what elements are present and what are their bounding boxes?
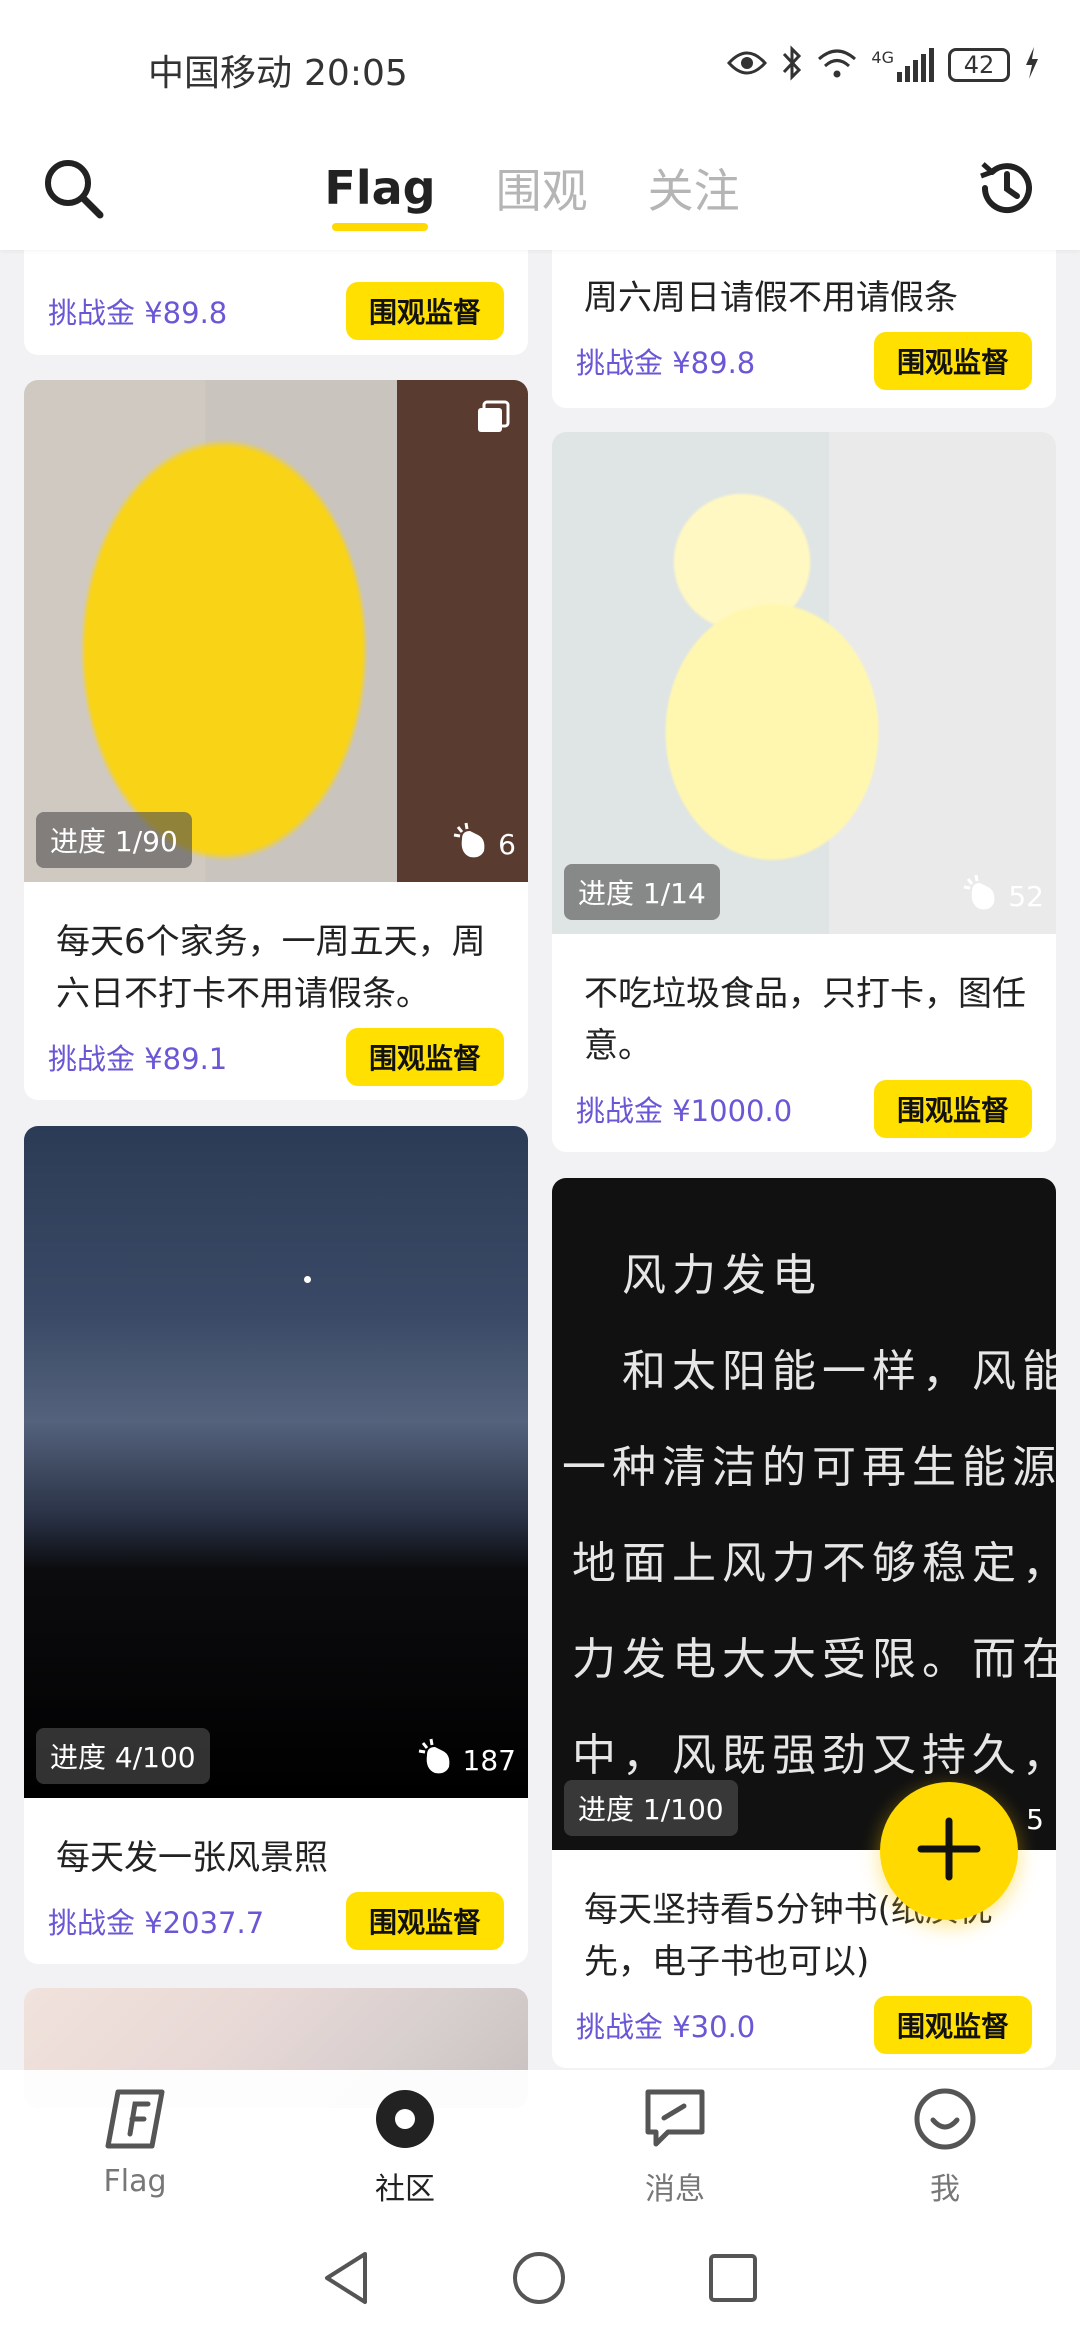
progress-badge: 进度 1/100 [564, 1780, 738, 1836]
watch-supervise-button[interactable]: 围观监督 [346, 1892, 504, 1950]
progress-badge: 进度 1/14 [564, 864, 720, 920]
carrier-name: 中国移动 [148, 53, 293, 94]
flag-card[interactable]: 进度 4/100 187 每天发一张风景照 挑战金 ¥2037.7 围观监督 [24, 1126, 528, 1964]
watch-supervise-button[interactable]: 围观监督 [346, 282, 504, 340]
watch-supervise-button[interactable]: 围观监督 [346, 1028, 504, 1086]
back-triangle-icon[interactable] [321, 2250, 371, 2310]
flag-card[interactable]: 周六周日请假不用请假条 挑战金 ¥89.8 围观监督 [552, 230, 1056, 408]
image-text: 风力发电 和太阳能一样，风能 一种清洁的可再生能源 地面上风力不够稳定， 力发电… [562, 1228, 1056, 1804]
nav-item-me[interactable]: 我 [810, 2070, 1080, 2220]
card-footer: 挑战金 ¥1000.0 围观监督 [552, 1072, 1056, 1138]
nav-label: 社区 [375, 2172, 435, 2207]
multi-image-icon [476, 400, 510, 438]
status-left: 中国移动 20:05 [148, 44, 408, 96]
clap-icon [452, 821, 492, 868]
like-counter[interactable]: 52 [962, 873, 1044, 920]
history-button[interactable] [962, 145, 1052, 235]
bottom-nav: Flag 社区 消息 我 [0, 2070, 1080, 2220]
nav-label: 消息 [645, 2172, 705, 2207]
eye-icon [727, 49, 768, 81]
challenge-prize: 挑战金 ¥89.8 [576, 346, 756, 380]
image-text-line: 和太阳能一样，风能 [622, 1346, 1056, 1397]
progress-badge: 进度 1/90 [36, 812, 192, 868]
bluetooth-icon [781, 45, 803, 85]
recents-square-icon[interactable] [707, 2252, 759, 2308]
charging-icon [1024, 47, 1040, 83]
flag-card[interactable]: 风力发电 和太阳能一样，风能 一种清洁的可再生能源 地面上风力不够稳定， 力发电… [552, 1178, 1056, 2068]
challenge-prize: 挑战金 ¥30.0 [576, 2010, 756, 2044]
image-text-line: 地面上风力不够稳定， [572, 1538, 1056, 1589]
tab-follow[interactable]: 关注 [648, 155, 740, 231]
challenge-prize: 挑战金 ¥89.8 [48, 296, 228, 330]
clap-icon [962, 873, 1002, 920]
nav-item-community[interactable]: 社区 [270, 2070, 540, 2220]
card-image: 进度 1/90 6 [24, 380, 528, 882]
like-counter[interactable]: 187 [417, 1737, 516, 1784]
watch-supervise-button[interactable]: 围观监督 [874, 1996, 1032, 2054]
nav-item-messages[interactable]: 消息 [540, 2070, 810, 2220]
star-dot [304, 1276, 311, 1283]
message-icon [644, 2088, 706, 2154]
card-image: 进度 1/14 52 [552, 432, 1056, 934]
status-bar: 中国移动 20:05 4G 42 [0, 0, 1080, 135]
flag-card[interactable]: 进度 1/14 52 不吃垃圾食品，只打卡，图任意。 挑战金 ¥1000.0 围… [552, 432, 1056, 1152]
nav-label: 我 [930, 2172, 960, 2207]
nav-label: Flag [103, 2164, 167, 2199]
challenge-prize: 挑战金 ¥1000.0 [576, 1094, 793, 1128]
card-footer: 挑战金 ¥89.1 围观监督 [24, 1020, 528, 1086]
home-circle-icon[interactable] [511, 2250, 567, 2310]
image-text-line: 风力发电 [622, 1250, 822, 1301]
flag-title: 周六周日请假不用请假条 [584, 278, 958, 318]
flag-feed: 挑战金 ¥89.8 围观监督 进度 1/90 6 每天6个家务，一周五天，周六日… [0, 0, 1080, 2340]
wifi-icon [817, 47, 857, 83]
watch-supervise-button[interactable]: 围观监督 [874, 332, 1032, 390]
community-icon [374, 2088, 436, 2154]
challenge-prize: 挑战金 ¥89.1 [48, 1042, 228, 1076]
flag-title: 每天发一张风景照 [56, 1838, 328, 1878]
like-count: 5 [1026, 1803, 1044, 1836]
create-flag-button[interactable] [880, 1782, 1018, 1920]
top-header: Flag 围观 关注 [0, 135, 1080, 250]
card-footer: 挑战金 ¥2037.7 围观监督 [24, 1884, 528, 1950]
clock: 20:05 [304, 53, 408, 94]
flag-icon [104, 2088, 166, 2154]
challenge-prize: 挑战金 ¥2037.7 [48, 1906, 265, 1940]
battery-level: 42 [963, 51, 995, 79]
card-image: 进度 4/100 187 [24, 1126, 528, 1798]
like-counter[interactable]: 5 [1026, 1803, 1044, 1836]
card-footer: 挑战金 ¥30.0 围观监督 [552, 1988, 1056, 2054]
nav-item-flag[interactable]: Flag [0, 2070, 270, 2220]
tab-flag[interactable]: Flag [324, 161, 436, 231]
like-count: 187 [462, 1744, 516, 1777]
like-count: 6 [498, 828, 516, 861]
profile-icon [914, 2088, 976, 2154]
signal-icon: 4G [871, 48, 934, 82]
flag-card[interactable]: 进度 1/90 6 每天6个家务，一周五天，周六日不打卡不用请假条。 挑战金 ¥… [24, 380, 528, 1100]
feed-tabs: Flag 围观 关注 [0, 135, 1080, 250]
flag-title: 每天6个家务，一周五天，周六日不打卡不用请假条。 [56, 922, 486, 1014]
tab-watch[interactable]: 围观 [496, 155, 588, 231]
history-clock-icon [975, 156, 1039, 224]
watch-supervise-button[interactable]: 围观监督 [874, 1080, 1032, 1138]
plus-icon [917, 1817, 981, 1885]
card-footer: 挑战金 ¥89.8 围观监督 [552, 324, 1056, 390]
like-counter[interactable]: 6 [452, 821, 516, 868]
system-navigation-bar [0, 2220, 1080, 2340]
network-type: 4G [871, 48, 894, 67]
clap-icon [417, 1737, 457, 1784]
progress-badge: 进度 4/100 [36, 1728, 210, 1784]
image-text-line: 力发电大大受限。而在 [572, 1634, 1056, 1685]
status-icons: 4G 42 [727, 44, 1040, 86]
like-count: 52 [1008, 880, 1044, 913]
image-text-line: 一种清洁的可再生能源 [562, 1442, 1056, 1493]
battery-icon: 42 [948, 48, 1010, 82]
card-image: 风力发电 和太阳能一样，风能 一种清洁的可再生能源 地面上风力不够稳定， 力发电… [552, 1178, 1056, 1850]
flag-title: 不吃垃圾食品，只打卡，图任意。 [584, 974, 1026, 1066]
